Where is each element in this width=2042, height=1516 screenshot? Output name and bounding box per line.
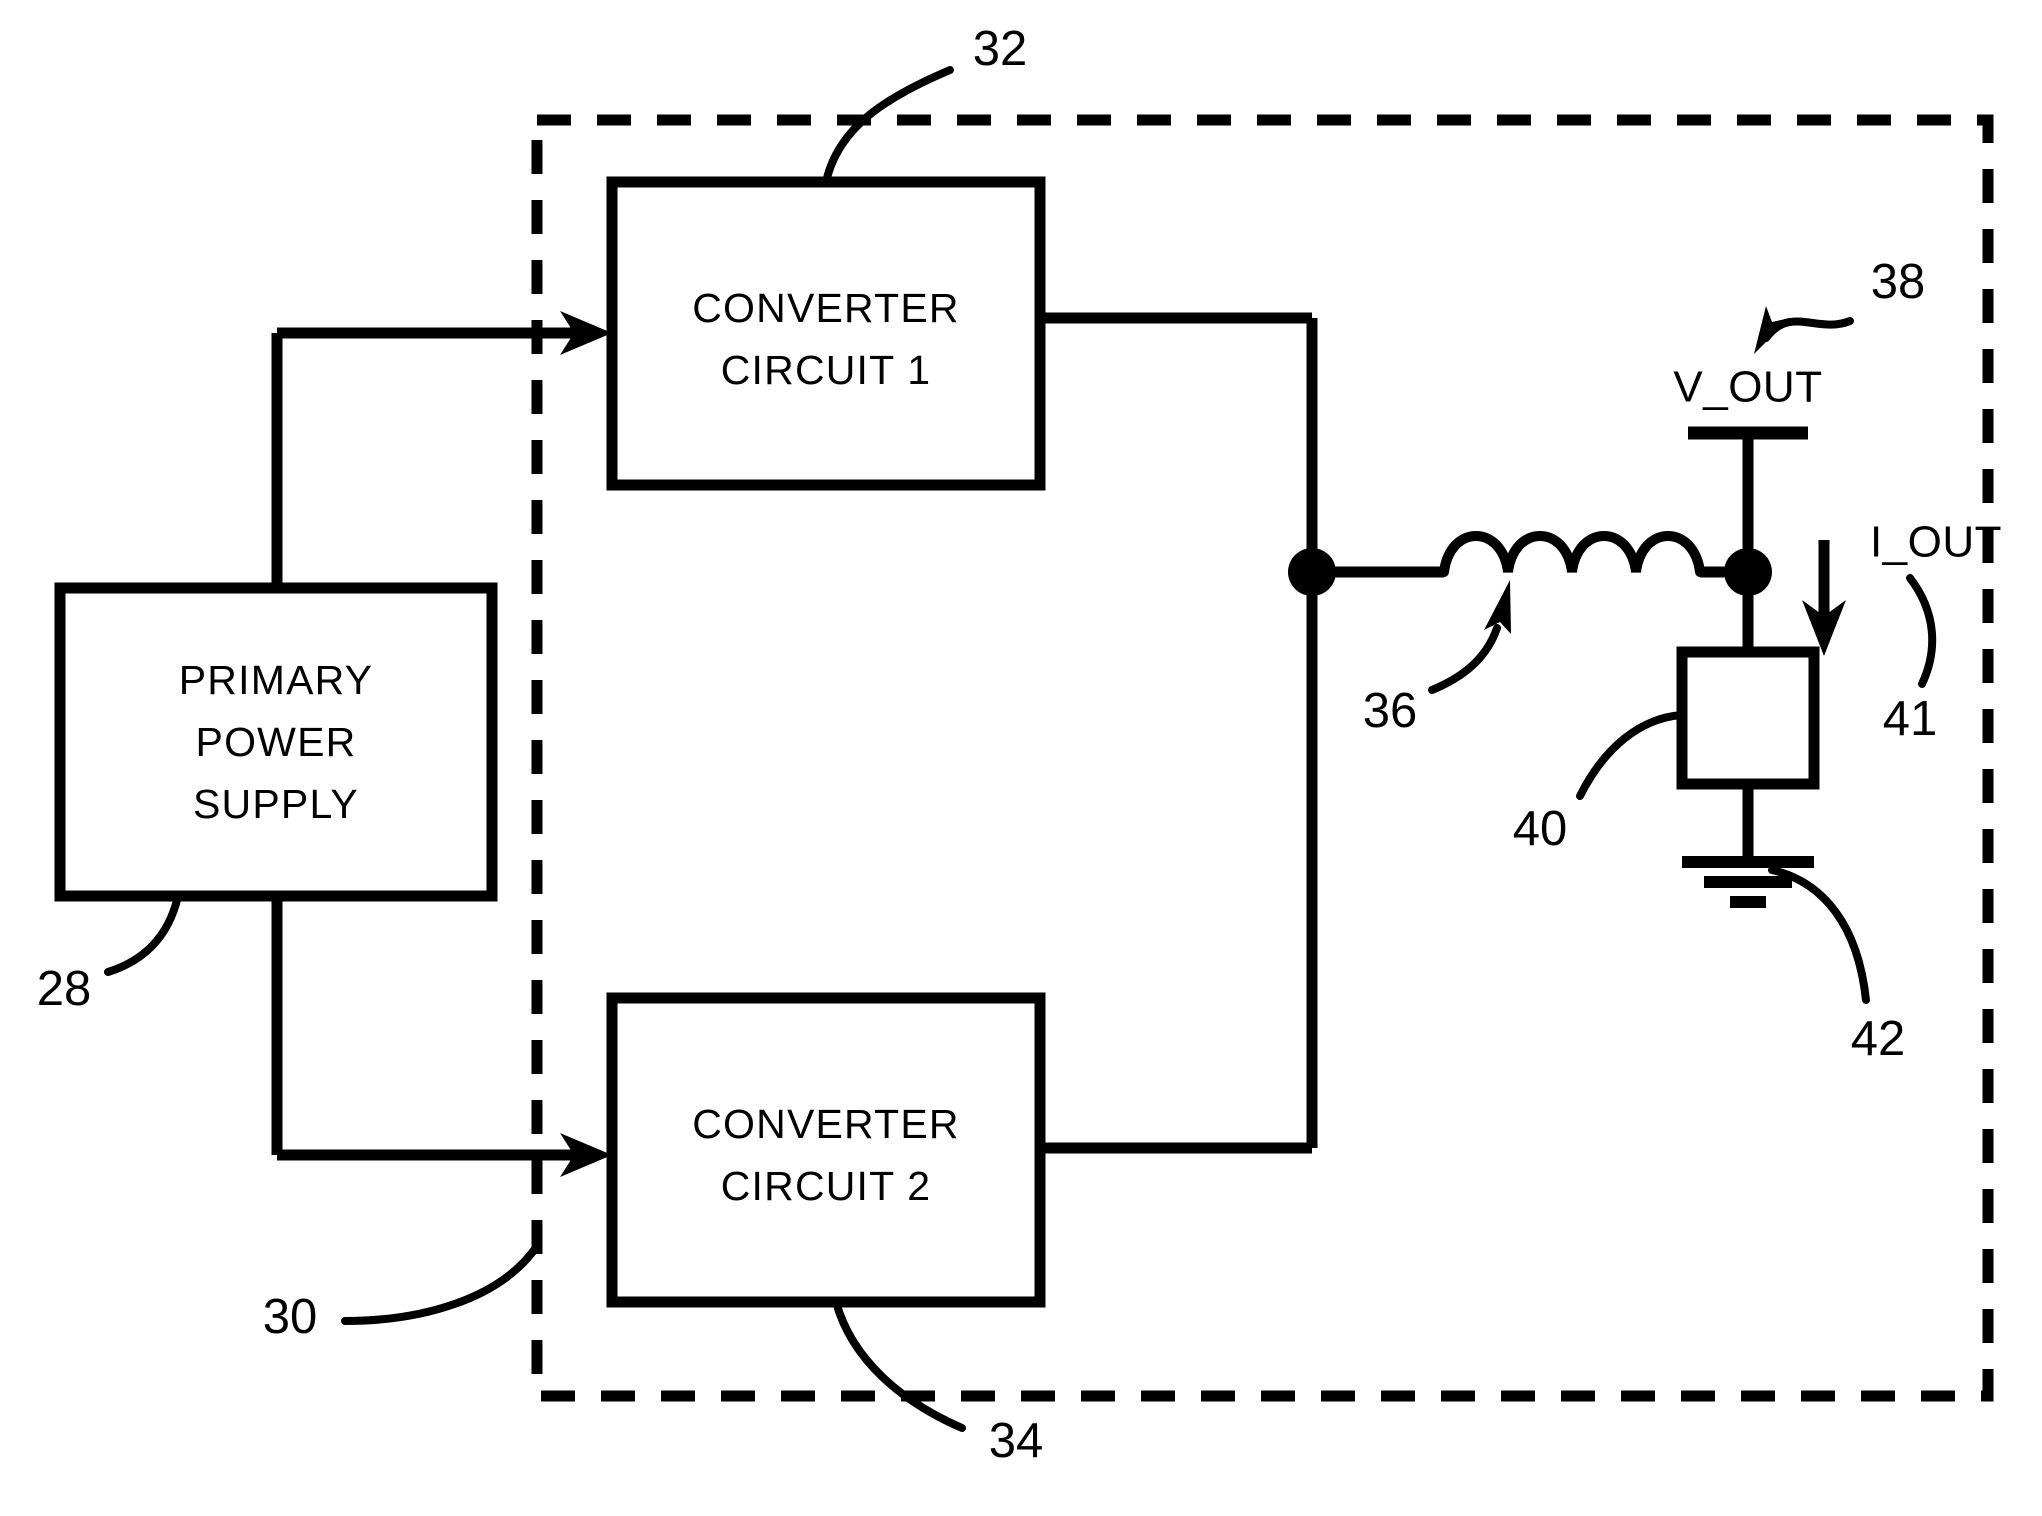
ref-numeral-32: 32 xyxy=(973,22,1028,76)
ref-numeral-41: 41 xyxy=(1883,692,1938,746)
power-supply-label-line3: SUPPLY xyxy=(193,781,359,827)
converter-circuit-2-block[interactable] xyxy=(606,992,1046,1308)
v-out-label: V_OUT xyxy=(1673,363,1822,412)
inductor-coil-icon xyxy=(1439,531,1705,577)
leader-line-28 xyxy=(104,892,182,976)
converter2-label-line2: CIRCUIT 2 xyxy=(721,1163,932,1209)
power-supply-label-line1: PRIMARY xyxy=(179,657,373,703)
leader-line-42 xyxy=(1768,866,1870,1004)
leader-line-30 xyxy=(341,1242,541,1325)
ref-numeral-42: 42 xyxy=(1851,1012,1906,1066)
i-out-label: I_OUT xyxy=(1870,518,2002,567)
v-out-leader-arrowhead xyxy=(1754,306,1790,354)
converter1-label-line1: CONVERTER xyxy=(692,285,959,331)
ref-numeral-30: 30 xyxy=(263,1290,318,1344)
leader-line-36 xyxy=(1428,624,1501,694)
ref-numeral-38: 38 xyxy=(1871,255,1926,309)
leader-line-40 xyxy=(1576,711,1686,800)
ref-numeral-40: 40 xyxy=(1513,802,1568,856)
figure-canvas: PRIMARY POWER SUPPLY 28 CONVERTER CIRCUI… xyxy=(0,0,2042,1516)
leader-line-32 xyxy=(822,66,954,186)
converter2-label-line1: CONVERTER xyxy=(692,1101,959,1147)
converter-circuit-1-block[interactable] xyxy=(606,176,1046,491)
leader-line-34 xyxy=(832,1298,966,1432)
power-supply-label-line2: POWER xyxy=(196,719,357,765)
ref-numeral-34: 34 xyxy=(989,1414,1044,1468)
leader-line-41 xyxy=(1906,574,1937,688)
converter1-label-line2: CIRCUIT 1 xyxy=(721,347,932,393)
ref-numeral-28: 28 xyxy=(37,962,92,1016)
block-diagram-svg: PRIMARY POWER SUPPLY 28 CONVERTER CIRCUI… xyxy=(37,22,2002,1468)
ref-numeral-36: 36 xyxy=(1363,684,1418,738)
load-resistor-block[interactable] xyxy=(1676,646,1820,790)
